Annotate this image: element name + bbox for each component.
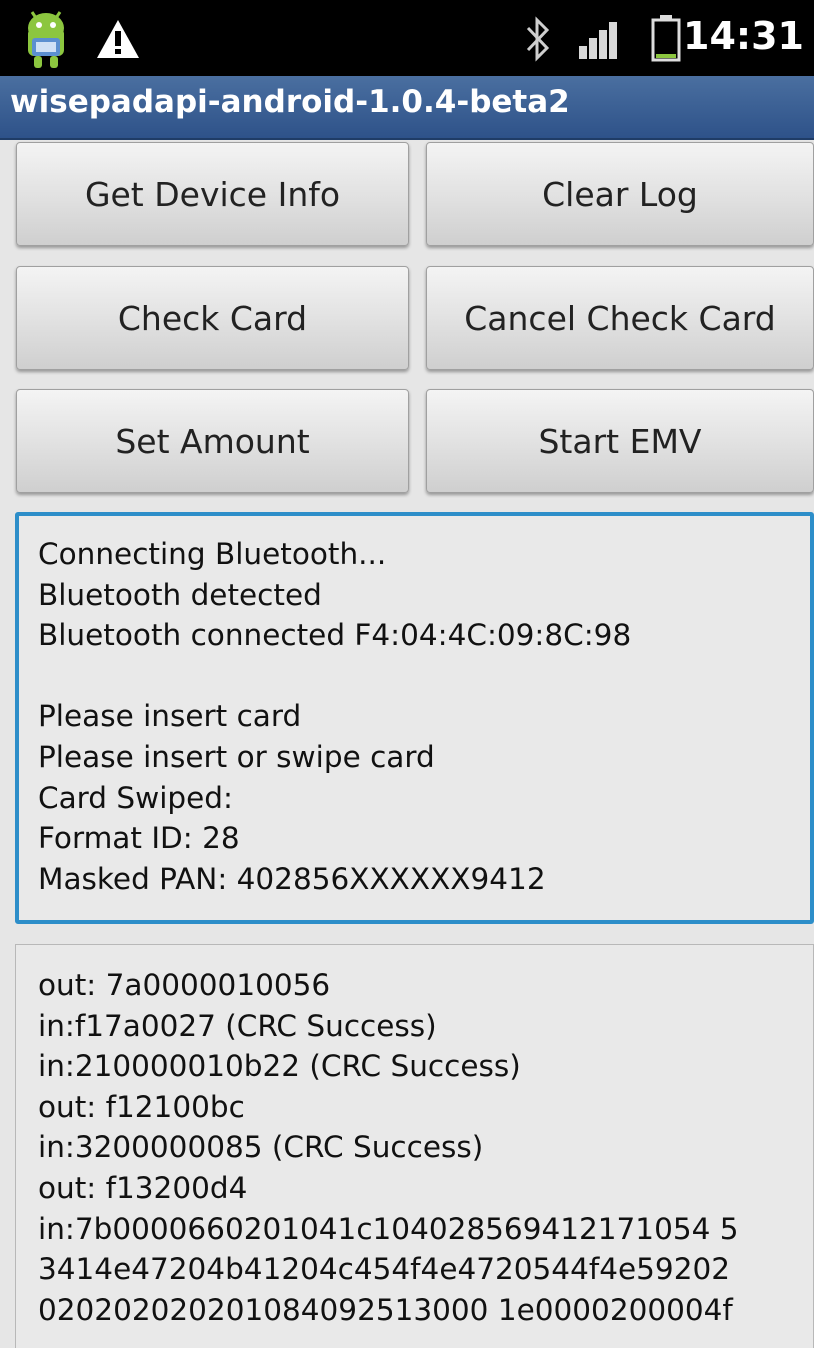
signal-icon [579,22,617,59]
log-line: Masked PAN: 402856XXXXXX9412 [38,861,546,896]
app-title: wisepadapi-android-1.0.4-beta2 [10,84,570,120]
comm-log-line: out: f13200d4 [38,1170,248,1205]
log-line: Please insert card [38,699,302,734]
status-bar: 14:31 [0,0,814,76]
android-notification-icon [28,11,64,68]
check-card-button[interactable]: Check Card [16,266,409,370]
comm-log-line: in:210000010b22 (CRC Success) [38,1049,521,1084]
log-line: Format ID: 28 [38,821,240,856]
clock: 14:31 [683,14,804,58]
comm-log-line: in:3200000085 (CRC Success) [38,1130,484,1165]
comm-log-line: in:f17a0027 (CRC Success) [38,1008,437,1043]
comm-log-line: 3414e47204b41204c454f4e4720544f4e59202 [38,1252,730,1287]
get-device-info-button[interactable]: Get Device Info [16,142,409,246]
log-line: Card Swiped: [38,780,233,815]
check-card-label: Check Card [117,298,308,338]
comm-log-line: 020202020201084092513000 1e0000200004f [38,1292,733,1327]
log-line: Connecting Bluetooth... [38,537,387,571]
battery-icon [651,15,681,62]
comm-log-line: out: f12100bc [38,1089,245,1124]
bluetooth-icon [526,16,550,62]
log-line: Please insert or swipe card [38,739,435,774]
log-line: Bluetooth detected [38,577,322,612]
set-amount-button[interactable]: Set Amount [16,389,409,493]
app-title-bar: wisepadapi-android-1.0.4-beta2 [0,76,814,140]
cancel-check-card-label: Cancel Check Card [464,298,776,338]
status-log-panel[interactable]: Connecting Bluetooth... Bluetooth detect… [15,512,814,924]
set-amount-label: Set Amount [115,421,310,461]
comm-log-panel[interactable]: out: 7a0000010056 in:f17a0027 (CRC Succe… [15,944,814,1348]
cancel-check-card-button[interactable]: Cancel Check Card [426,266,814,370]
start-emv-button[interactable]: Start EMV [426,389,814,493]
log-line: Bluetooth connected F4:04:4C:09:8C:98 [38,618,632,653]
get-device-info-label: Get Device Info [84,174,341,214]
start-emv-label: Start EMV [538,421,702,461]
comm-log-line: in:7b0000660201041c104028569412171054 5 [38,1211,739,1246]
clear-log-label: Clear Log [542,174,698,214]
clear-log-button[interactable]: Clear Log [426,142,814,246]
comm-log-line: out: 7a0000010056 [38,968,331,1002]
warning-icon [97,20,139,58]
